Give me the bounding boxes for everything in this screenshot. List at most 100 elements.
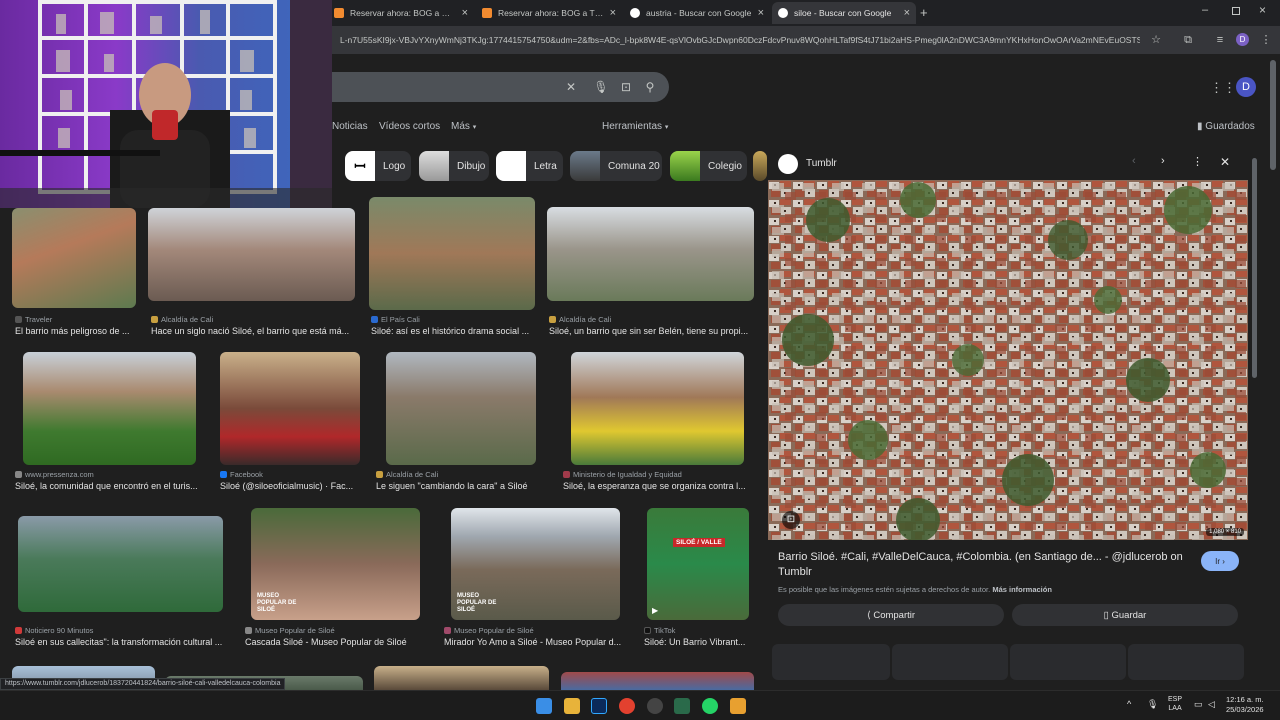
result-image[interactable]: MUSEO POPULAR DE SILOÉ: [251, 508, 420, 620]
more-options-icon[interactable]: ⋮: [1192, 155, 1203, 168]
chip-thumbnail: [753, 151, 767, 181]
share-button[interactable]: ⟨ Compartir: [778, 604, 1004, 626]
tab-bog-tyo[interactable]: Reservar ahora: BOG a TYO, 13/ ×: [476, 2, 622, 24]
save-button[interactable]: ▯ Guardar: [1012, 604, 1238, 626]
apps-grid-icon[interactable]: ⋮⋮: [1210, 80, 1236, 96]
close-icon[interactable]: ×: [758, 7, 764, 19]
nav-noticias[interactable]: Noticias: [332, 121, 368, 132]
microphone-icon[interactable]: 🎙: [1147, 699, 1158, 710]
clear-icon[interactable]: ✕: [563, 79, 579, 95]
related-thumb[interactable]: [772, 644, 890, 680]
result-image[interactable]: [386, 352, 536, 465]
file-explorer-icon[interactable]: [564, 698, 580, 714]
language-code: ESP: [1168, 696, 1183, 703]
result-image[interactable]: SILOÉ / VALLE ▶: [647, 508, 749, 620]
result-caption[interactable]: Siloé en sus callecitas": la transformac…: [15, 637, 227, 647]
chip-colegio[interactable]: Colegio: [670, 151, 747, 181]
close-icon[interactable]: ×: [462, 7, 468, 19]
result-caption[interactable]: Siloé, un barrio que sin ser Belén, tien…: [549, 326, 754, 336]
result-caption[interactable]: Cascada Siloé - Museo Popular de Siloé: [245, 637, 425, 647]
result-image[interactable]: MUSEO POPULAR DE SILOÉ: [451, 508, 620, 620]
close-icon[interactable]: ×: [904, 7, 910, 19]
hillside-houses-image: [768, 180, 1248, 540]
result-image[interactable]: [23, 352, 196, 465]
microphone-icon[interactable]: 🎙: [593, 79, 609, 95]
tools-button[interactable]: Herramientas ▾: [602, 121, 668, 132]
result-image[interactable]: [148, 208, 355, 301]
clock[interactable]: 12:16 a. m. 25/03/2026: [1226, 695, 1264, 715]
app-icon[interactable]: [730, 698, 746, 714]
result-image[interactable]: [220, 352, 360, 465]
result-caption[interactable]: Le siguen "cambiando la cara" a Siloé: [376, 481, 546, 491]
result-source: Ministerio de Igualdad y Equidad: [563, 470, 682, 479]
result-image[interactable]: [374, 666, 549, 690]
obs-icon[interactable]: [647, 698, 663, 714]
menu-icon[interactable]: ⋮: [1258, 32, 1274, 48]
account-avatar[interactable]: D: [1236, 77, 1256, 97]
new-tab-button[interactable]: +: [920, 5, 928, 20]
network-icon[interactable]: ▭: [1194, 699, 1203, 710]
result-caption[interactable]: Hace un siglo nació Siloé, el barrio que…: [151, 326, 356, 336]
tab-bog-vie[interactable]: Reservar ahora: BOG a VIE, 13/ ×: [328, 2, 474, 24]
minimize-button[interactable]: –: [1202, 4, 1208, 16]
chip-letra[interactable]: Letra: [496, 151, 563, 181]
result-image[interactable]: [561, 672, 754, 690]
saved-button[interactable]: ▮ Guardados: [1197, 121, 1255, 132]
maximize-button[interactable]: [1232, 7, 1240, 15]
status-url: https://www.tumblr.com/jdlucerob/1837204…: [0, 678, 286, 690]
page-scrollbar[interactable]: [1270, 60, 1276, 170]
url-field[interactable]: L-n7U55sKI9jx-VBJvYXnyWmNj3TKJg:17744157…: [340, 32, 1140, 48]
nav-mas[interactable]: Más ▾: [451, 121, 476, 132]
result-caption[interactable]: Siloé: Un Barrio Vibrant...: [644, 637, 754, 647]
lens-search-icon[interactable]: ⊡: [782, 511, 800, 529]
keyboard-layout: LAA: [1168, 705, 1182, 712]
photoshop-icon[interactable]: [591, 698, 607, 714]
more-info-link[interactable]: Más información: [992, 585, 1052, 594]
related-thumb[interactable]: [1010, 644, 1126, 680]
windows-start-icon[interactable]: [536, 698, 552, 714]
tab-siloe[interactable]: siloe - Buscar con Google ×: [772, 2, 916, 24]
browser-profile-avatar[interactable]: D: [1236, 33, 1249, 46]
related-thumb[interactable]: [1128, 644, 1244, 680]
language-indicator[interactable]: ESP LAA: [1168, 695, 1182, 713]
chip-comuna-20[interactable]: Comuna 20: [570, 151, 662, 181]
preview-image[interactable]: ⊡ 1,080 × 810: [768, 180, 1248, 540]
result-caption[interactable]: El barrio más peligroso de ...: [15, 326, 140, 336]
result-image[interactable]: [12, 208, 136, 308]
nav-videos-cortos[interactable]: Vídeos cortos: [379, 121, 440, 132]
visit-button[interactable]: Ir ›: [1201, 551, 1239, 571]
result-image[interactable]: [18, 516, 223, 612]
result-image[interactable]: [547, 207, 754, 301]
close-window-button[interactable]: ×: [1259, 3, 1266, 17]
chip-more[interactable]: [753, 151, 767, 181]
chip-dibujo[interactable]: Dibujo: [419, 151, 489, 181]
result-caption[interactable]: Siloé (@siloeoficialmusic) · Fac...: [220, 481, 360, 491]
search-box[interactable]: ✕ 🎙 ⊡ ⚲: [300, 72, 669, 102]
chip-logo[interactable]: ꟷ Logo: [345, 151, 411, 181]
related-thumb[interactable]: [892, 644, 1008, 680]
result-caption[interactable]: Siloé, la esperanza que se organiza cont…: [563, 481, 753, 491]
panel-source[interactable]: Tumblr: [806, 158, 837, 169]
extensions-icon[interactable]: ⧉: [1180, 32, 1196, 48]
result-caption[interactable]: Mirador Yo Amo a Siloé - Museo Popular d…: [444, 637, 629, 647]
volume-icon[interactable]: ◁: [1208, 699, 1215, 710]
whatsapp-icon[interactable]: [702, 698, 718, 714]
search-icon[interactable]: ⚲: [642, 79, 658, 95]
star-icon[interactable]: ☆: [1148, 32, 1164, 48]
app-icon[interactable]: [674, 698, 690, 714]
close-icon[interactable]: ×: [610, 7, 616, 19]
next-arrow-icon[interactable]: ›: [1161, 155, 1165, 167]
tray-chevron-icon[interactable]: ^: [1127, 699, 1131, 709]
result-image[interactable]: [369, 197, 535, 310]
panel-scrollbar[interactable]: [1252, 158, 1257, 378]
chrome-icon[interactable]: [619, 698, 635, 714]
preview-title[interactable]: Barrio Siloé. #Cali, #ValleDelCauca, #Co…: [778, 550, 1192, 580]
result-caption[interactable]: Siloé: así es el histórico drama social …: [371, 326, 537, 336]
result-caption[interactable]: Siloé, la comunidad que encontró en el t…: [15, 481, 205, 491]
media-icon[interactable]: ≡: [1212, 32, 1228, 48]
prev-arrow-icon[interactable]: ‹: [1132, 155, 1136, 167]
lens-icon[interactable]: ⊡: [618, 79, 634, 95]
result-image[interactable]: [571, 352, 744, 465]
close-panel-icon[interactable]: ✕: [1220, 155, 1230, 169]
tab-austria[interactable]: austria - Buscar con Google ×: [624, 2, 770, 24]
